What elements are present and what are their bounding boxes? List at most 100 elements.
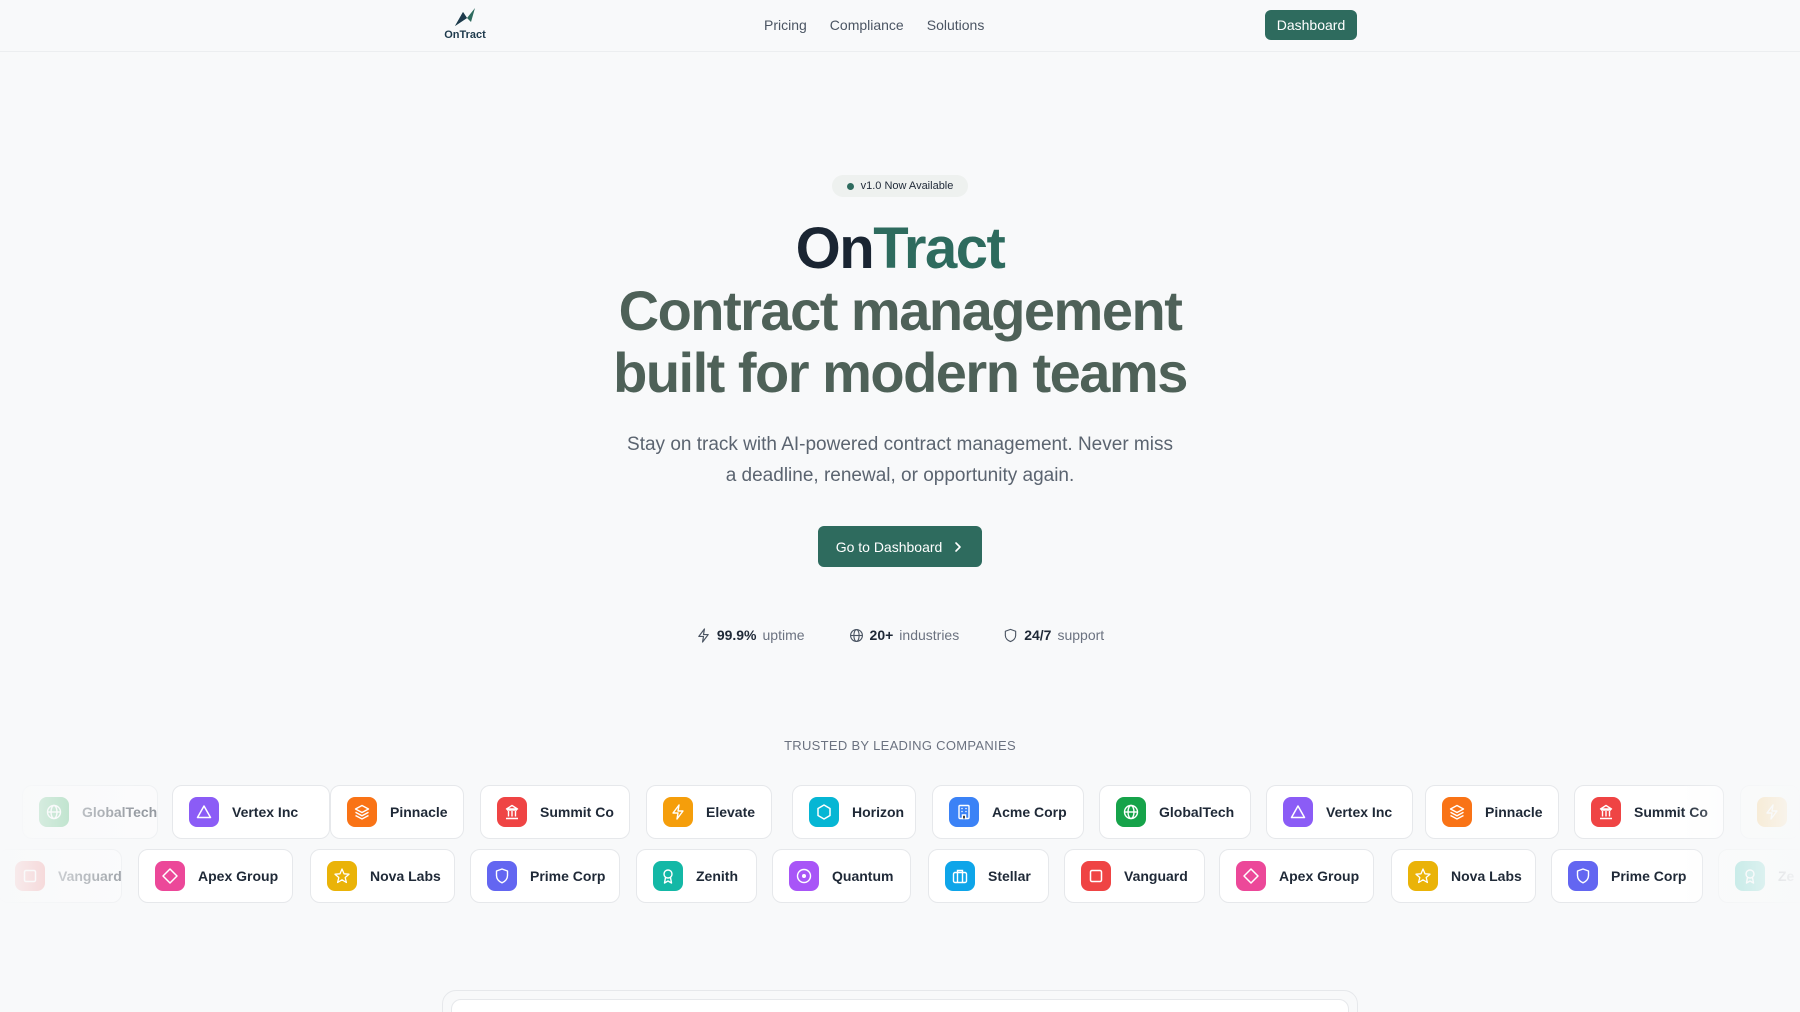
company-chip-acme-corp: Acme Corp	[932, 785, 1084, 839]
company-name: Summit Co	[1634, 804, 1708, 820]
company-name: Vertex Inc	[232, 804, 299, 820]
company-name: Nova Labs	[1451, 868, 1522, 884]
award-icon	[1735, 861, 1765, 891]
hero-subtitle-line1: Contract management	[618, 279, 1183, 342]
logo-arrow-icon	[455, 8, 475, 26]
stat-label: industries	[899, 627, 960, 643]
company-chip-apex-group: Apex Group	[1219, 849, 1374, 903]
company-name: Ze	[1778, 868, 1795, 884]
hexagon-icon	[809, 797, 839, 827]
stat-industries: 20+ industries	[849, 627, 960, 643]
company-chip-summit-co: Summit Co	[480, 785, 630, 839]
globe-icon	[1116, 797, 1146, 827]
star-icon	[327, 861, 357, 891]
shield-icon	[1568, 861, 1598, 891]
company-chip-summit-co: Summit Co	[1574, 785, 1724, 839]
square-icon	[15, 861, 45, 891]
company-name: Prime Corp	[530, 868, 606, 884]
layers-icon	[1442, 797, 1472, 827]
diamond-icon	[155, 861, 185, 891]
company-chip-globaltech: GlobalTech	[22, 785, 158, 839]
hero-title-tract: Tract	[873, 216, 1006, 281]
diamond-icon	[1236, 861, 1266, 891]
company-name: Summit Co	[540, 804, 614, 820]
company-name: Horizon	[852, 804, 905, 820]
company-logo-row-1: GlobalTech Vertex Inc Pinnacle Summit Co Ele…	[0, 785, 1800, 839]
dashboard-button[interactable]: Dashboard	[1265, 10, 1357, 40]
company-chip-bolt	[1740, 785, 1800, 839]
company-chip-prime-corp: Prime Corp	[1551, 849, 1703, 903]
company-chip-vertex-inc: Vertex Inc	[1266, 785, 1413, 839]
company-name: Nova Labs	[370, 868, 441, 884]
company-name: GlobalTech	[82, 804, 158, 820]
stat-support: 24/7 support	[1003, 627, 1104, 643]
company-name: Acme Corp	[992, 804, 1067, 820]
company-name: Vertex Inc	[1326, 804, 1393, 820]
bolt-icon	[663, 797, 693, 827]
status-dot-icon	[846, 182, 854, 190]
company-chip-stellar: Stellar	[928, 849, 1049, 903]
stat-label: uptime	[762, 627, 805, 643]
star-icon	[1408, 861, 1438, 891]
company-name: Vanguard	[58, 868, 122, 884]
company-chip-apex-group: Apex Group	[138, 849, 293, 903]
company-name: Apex Group	[198, 868, 279, 884]
company-name: GlobalTech	[1159, 804, 1235, 820]
hero-subtitle-line2: built for modern teams	[613, 341, 1188, 404]
shield-icon	[1005, 628, 1017, 642]
nav-links: Pricing Compliance Solutions	[764, 17, 984, 33]
company-chip-pinnacle: Pinnacle	[1425, 785, 1559, 839]
award-icon	[653, 861, 683, 891]
nav-link-solutions[interactable]: Solutions	[927, 17, 985, 33]
globe-icon	[39, 797, 69, 827]
bolt-icon	[1757, 797, 1787, 827]
company-chip-ze: Ze	[1718, 849, 1800, 903]
company-name: Vanguard	[1124, 868, 1188, 884]
office-icon	[949, 797, 979, 827]
company-chip-horizon: Horizon	[792, 785, 916, 839]
stat-uptime: 99.9% uptime	[696, 627, 805, 643]
company-logo-row-2: Vanguard Apex Group Nova Labs Prime Corp Zen…	[0, 849, 1800, 903]
version-badge: v1.0 Now Available	[832, 175, 968, 197]
stat-value: 24/7	[1024, 627, 1052, 643]
logo[interactable]: OnTract	[440, 6, 490, 41]
hero-description: Stay on track with AI-powered contract m…	[627, 434, 1173, 486]
stat-value: 99.9%	[716, 627, 757, 643]
company-chip-vertex-inc: Vertex Inc	[172, 785, 330, 839]
shield-icon	[487, 861, 517, 891]
hero-subtitle: Contract management built for modern tea…	[0, 280, 1800, 404]
company-chip-elevate: Elevate	[646, 785, 772, 839]
bolt-icon	[698, 627, 709, 643]
company-name: Prime Corp	[1611, 868, 1687, 884]
company-name: Pinnacle	[390, 804, 448, 820]
company-chip-prime-corp: Prime Corp	[470, 849, 620, 903]
square-icon	[1081, 861, 1111, 891]
company-name: Stellar	[988, 868, 1031, 884]
building-icon	[497, 797, 527, 827]
stats-row: 99.9% uptime 20+ industries 24/7 support	[0, 627, 1800, 643]
company-name: Quantum	[832, 868, 894, 884]
target-icon	[789, 861, 819, 891]
globe-icon	[849, 628, 863, 642]
company-name: Pinnacle	[1485, 804, 1543, 820]
company-chip-vanguard: Vanguard	[1064, 849, 1205, 903]
company-chip-zenith: Zenith	[636, 849, 757, 903]
logo-text: OnTract	[444, 29, 486, 41]
company-chip-vanguard: Vanguard	[0, 849, 122, 903]
trusted-label: TRUSTED BY LEADING COMPANIES	[784, 738, 1016, 753]
triangle-icon	[1283, 797, 1313, 827]
company-name: Elevate	[706, 804, 756, 820]
preview-card-inner	[451, 999, 1349, 1012]
stat-label: support	[1057, 627, 1105, 643]
hero-title: OnTract	[0, 218, 1800, 280]
go-to-dashboard-button[interactable]: Go to Dashboard	[818, 526, 982, 567]
company-chip-pinnacle: Pinnacle	[330, 785, 464, 839]
version-badge-text: v1.0 Now Available	[860, 180, 954, 192]
nav-link-compliance[interactable]: Compliance	[830, 17, 904, 33]
preview-card	[442, 990, 1358, 1012]
stat-value: 20+	[869, 627, 894, 643]
top-nav: OnTract Pricing Compliance Solutions Das…	[0, 0, 1800, 52]
building-icon	[1591, 797, 1621, 827]
company-chip-nova-labs: Nova Labs	[1391, 849, 1536, 903]
nav-link-pricing[interactable]: Pricing	[764, 17, 807, 33]
